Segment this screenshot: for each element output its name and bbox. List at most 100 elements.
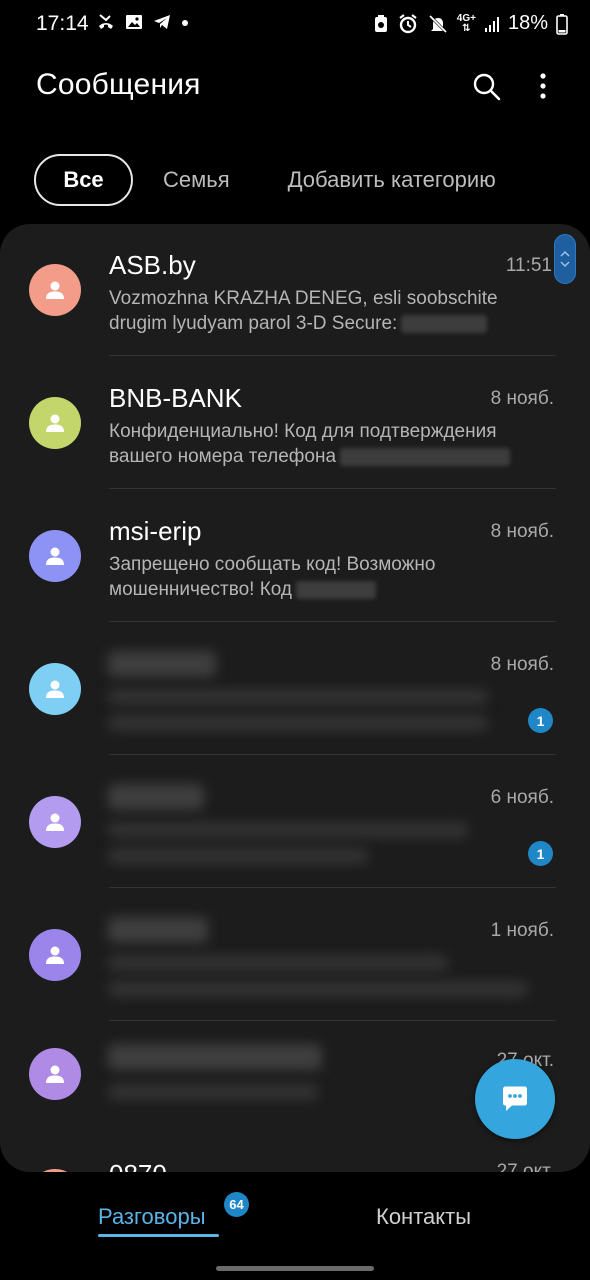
unread-badge: 1 bbox=[528, 708, 553, 733]
conversations-count-badge: 64 bbox=[224, 1192, 249, 1217]
more-vertical-icon bbox=[540, 73, 546, 99]
preview-line-2: вашего номера телефона bbox=[109, 444, 554, 469]
home-indicator[interactable] bbox=[216, 1266, 374, 1271]
avatar bbox=[29, 929, 81, 981]
contact-name: msi-erip bbox=[109, 516, 202, 546]
avatar bbox=[29, 530, 81, 582]
conversation-row[interactable]: msi-erip 8 нояб. Запрещено сообщать код!… bbox=[0, 490, 590, 623]
unread-badge: 1 bbox=[528, 841, 553, 866]
conversation-row[interactable]: 1 нояб. bbox=[0, 889, 590, 1022]
redacted-code bbox=[401, 314, 488, 333]
redacted-preview-line bbox=[108, 1084, 318, 1100]
gallery-icon bbox=[126, 15, 142, 29]
status-bar: 17:14 4G+ ⇅ 18% bbox=[0, 0, 590, 50]
person-icon bbox=[46, 1065, 64, 1083]
redacted-preview-line bbox=[108, 822, 468, 838]
redacted-preview-line bbox=[108, 955, 448, 971]
contact-name: BNB-BANK bbox=[109, 383, 242, 413]
divider bbox=[109, 754, 556, 755]
redacted-contact-name bbox=[108, 651, 216, 677]
preview-text: вашего номера телефона bbox=[109, 446, 337, 467]
fast-scroll-handle[interactable] bbox=[554, 234, 576, 284]
redacted-contact-name bbox=[108, 917, 208, 943]
page-title: Сообщения bbox=[36, 68, 201, 101]
person-icon bbox=[46, 414, 64, 432]
message-time: 8 нояб. bbox=[490, 521, 554, 542]
message-time: 8 нояб. bbox=[490, 388, 554, 409]
message-time: 1 нояб. bbox=[490, 920, 554, 941]
redacted-preview-line bbox=[108, 981, 528, 997]
network-arrows: ⇅ bbox=[462, 22, 471, 34]
avatar bbox=[29, 1048, 81, 1100]
preview-line-2: мошенничество! Код bbox=[109, 577, 554, 602]
person-icon bbox=[46, 547, 64, 565]
conversation-row[interactable]: 6 нояб. 1 bbox=[0, 756, 590, 889]
person-icon bbox=[46, 281, 64, 299]
more-options-button[interactable] bbox=[530, 70, 556, 104]
preview-line: Конфиденциально! Код для подтверждения bbox=[109, 421, 497, 442]
conversation-row[interactable]: ASB.by 11:51 Vozmozhna KRAZHA DENEG, esl… bbox=[0, 224, 590, 357]
dot-icon bbox=[182, 20, 188, 26]
preview-line-2: drugim lyudyam parol 3-D Secure: bbox=[109, 311, 554, 336]
message-time: 11:51 bbox=[505, 255, 552, 276]
avatar bbox=[29, 796, 81, 848]
add-category-button[interactable]: Добавить категорию bbox=[288, 154, 496, 206]
chevron-down-icon bbox=[560, 261, 570, 267]
search-button[interactable] bbox=[470, 70, 504, 104]
category-tabs: Все Семья Добавить категорию bbox=[34, 154, 496, 206]
conversation-row[interactable]: BNB-BANK 8 нояб. Конфиденциально! Код дл… bbox=[0, 357, 590, 490]
contact-name: ASB.by bbox=[109, 250, 196, 280]
contact-name: 0870 bbox=[109, 1159, 167, 1172]
network-4g-icon: 4G+ ⇅ bbox=[456, 12, 476, 34]
mute-icon bbox=[428, 14, 447, 33]
divider bbox=[109, 1020, 556, 1021]
message-time: 8 нояб. bbox=[490, 654, 554, 675]
avatar bbox=[29, 264, 81, 316]
network-label: 4G+ bbox=[456, 12, 476, 24]
divider bbox=[109, 887, 556, 888]
avatar bbox=[29, 663, 81, 715]
preview-line: Vozmozhna KRAZHA DENEG, esli soobschite bbox=[109, 288, 498, 309]
divider bbox=[109, 488, 556, 489]
tab-conversations[interactable]: Разговоры bbox=[98, 1204, 206, 1230]
redacted-contact-name bbox=[108, 784, 204, 810]
active-tab-indicator bbox=[98, 1234, 219, 1237]
conversation-row[interactable]: 0870 27 окт. bbox=[0, 1155, 590, 1172]
redacted-code bbox=[296, 580, 377, 599]
preview-text: drugim lyudyam parol 3-D Secure: bbox=[109, 313, 398, 334]
preview-text: мошенничество! Код bbox=[109, 579, 293, 600]
missed-call-icon bbox=[99, 14, 113, 29]
divider bbox=[109, 355, 556, 356]
redacted-code bbox=[340, 447, 511, 466]
new-message-button[interactable] bbox=[475, 1059, 555, 1139]
person-icon bbox=[46, 680, 64, 698]
category-family[interactable]: Семья bbox=[163, 154, 230, 206]
category-all[interactable]: Все bbox=[34, 154, 133, 206]
chevron-up-icon bbox=[560, 251, 570, 257]
search-icon bbox=[473, 73, 501, 101]
avatar bbox=[29, 397, 81, 449]
message-preview: Vozmozhna KRAZHA DENEG, esli soobschite … bbox=[109, 286, 554, 336]
person-icon bbox=[46, 946, 64, 964]
telegram-icon bbox=[154, 15, 170, 29]
battery-percent: 18% bbox=[507, 12, 548, 34]
message-time: 6 нояб. bbox=[490, 787, 554, 808]
message-preview: Запрещено сообщать код! Возможно мошенни… bbox=[109, 552, 554, 602]
redacted-preview-line bbox=[108, 715, 488, 731]
alarm-icon bbox=[399, 13, 417, 33]
compose-message-icon bbox=[503, 1086, 527, 1111]
bottom-navigation: Разговоры 64 Контакты bbox=[0, 1172, 590, 1280]
redacted-contact-name bbox=[108, 1044, 322, 1070]
message-preview: Конфиденциально! Код для подтверждения в… bbox=[109, 419, 554, 469]
redacted-preview-line bbox=[108, 848, 368, 864]
message-time: 27 окт. bbox=[496, 1161, 554, 1172]
conversation-row[interactable]: 8 нояб. 1 bbox=[0, 623, 590, 756]
status-time: 17:14 bbox=[36, 12, 89, 35]
signal-icon bbox=[484, 16, 499, 32]
battery-icon bbox=[556, 13, 568, 35]
divider bbox=[109, 621, 556, 622]
conversation-list: ASB.by 11:51 Vozmozhna KRAZHA DENEG, esl… bbox=[0, 224, 590, 1172]
person-icon bbox=[46, 813, 64, 831]
redacted-preview-line bbox=[108, 689, 488, 705]
tab-contacts[interactable]: Контакты bbox=[376, 1204, 471, 1230]
